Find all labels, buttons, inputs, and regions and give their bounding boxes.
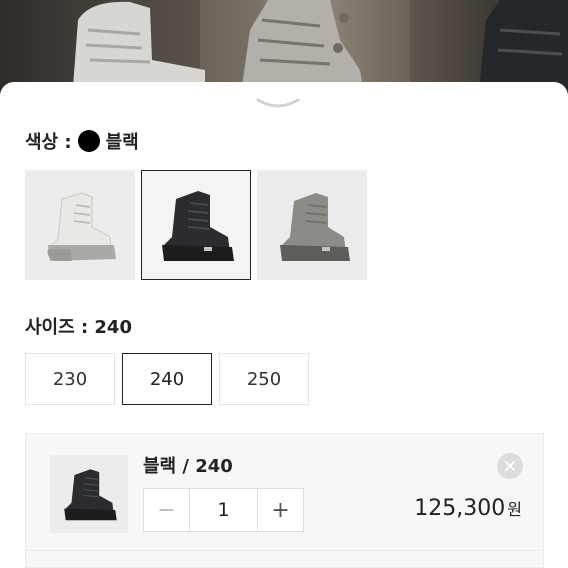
price-amount: 125,300: [414, 496, 506, 521]
black-boot-icon: [162, 191, 234, 261]
black-boot-icon: [64, 469, 117, 521]
chevron-down-icon[interactable]: [256, 96, 300, 112]
quantity-value[interactable]: 1: [190, 489, 257, 531]
gray-boot-icon: [280, 193, 350, 261]
close-icon: [505, 461, 515, 471]
item-price: 125,300 원: [414, 496, 522, 524]
decrease-quantity-button[interactable]: −: [144, 489, 190, 531]
size-option-label: 사이즈 : 240: [25, 317, 132, 338]
remove-item-button[interactable]: [497, 453, 523, 479]
color-swatch-white[interactable]: [25, 170, 135, 280]
selected-item-thumbnail: [50, 455, 128, 533]
size-button-250[interactable]: 250: [219, 353, 309, 405]
size-button-240[interactable]: 240: [122, 353, 212, 405]
size-button-230[interactable]: 230: [25, 353, 115, 405]
selected-item-name: 블랙 / 240: [143, 456, 233, 477]
increase-quantity-button[interactable]: +: [257, 489, 303, 531]
color-swatch-gray[interactable]: [257, 170, 367, 280]
color-swatch-black[interactable]: [141, 170, 251, 280]
color-label-text: 색상 :: [25, 132, 72, 153]
selected-color-name: 블랙: [105, 132, 139, 153]
quantity-stepper: − 1 +: [143, 488, 304, 532]
color-option-label: 색상 : 블랙: [25, 128, 139, 154]
price-currency: 원: [507, 500, 522, 519]
white-boot-icon: [47, 192, 116, 261]
panel-divider: [26, 550, 543, 551]
color-dot-icon: [77, 130, 100, 152]
